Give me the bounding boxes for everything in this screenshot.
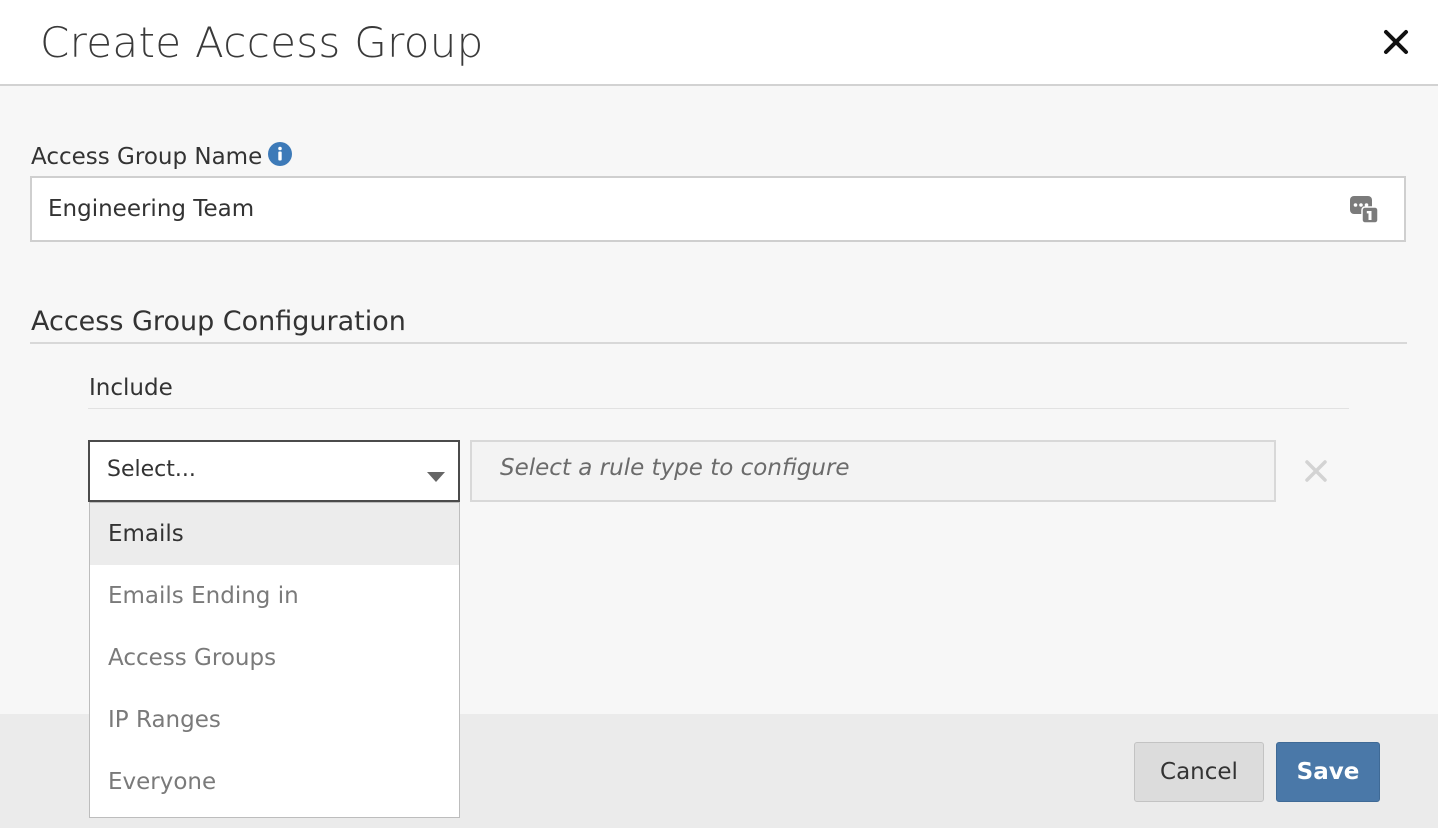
rule-config-field: Select a rule type to configure xyxy=(470,440,1276,502)
dropdown-option-ip-ranges[interactable]: IP Ranges xyxy=(90,689,459,751)
rule-type-dropdown: Emails Emails Ending in Access Groups IP… xyxy=(89,502,460,818)
chevron-down-icon xyxy=(426,468,446,482)
dropdown-option-emails-ending-in[interactable]: Emails Ending in xyxy=(90,565,459,627)
include-divider xyxy=(88,408,1349,409)
remove-rule-icon[interactable] xyxy=(1303,458,1329,484)
dialog-header: Create Access Group xyxy=(0,0,1438,86)
access-group-name-label: Access Group Name xyxy=(31,144,263,170)
info-icon[interactable] xyxy=(268,142,292,166)
include-heading: Include xyxy=(89,375,173,401)
dropdown-option-emails[interactable]: Emails xyxy=(90,503,459,565)
rule-type-select-value: Select... xyxy=(107,457,196,482)
access-group-name-field xyxy=(30,176,1406,242)
access-group-name-input[interactable] xyxy=(32,178,1332,240)
password-manager-icon[interactable] xyxy=(1348,193,1380,225)
configuration-heading: Access Group Configuration xyxy=(31,306,406,337)
rule-config-placeholder: Select a rule type to configure xyxy=(500,455,850,481)
rule-type-select[interactable]: Select... xyxy=(88,440,460,502)
dropdown-option-everyone[interactable]: Everyone xyxy=(90,751,459,813)
save-button[interactable]: Save xyxy=(1276,742,1380,802)
close-icon[interactable] xyxy=(1380,26,1412,58)
cancel-button[interactable]: Cancel xyxy=(1134,742,1264,802)
dialog-title: Create Access Group xyxy=(40,18,484,67)
dropdown-option-access-groups[interactable]: Access Groups xyxy=(90,627,459,689)
configuration-divider xyxy=(30,342,1407,344)
